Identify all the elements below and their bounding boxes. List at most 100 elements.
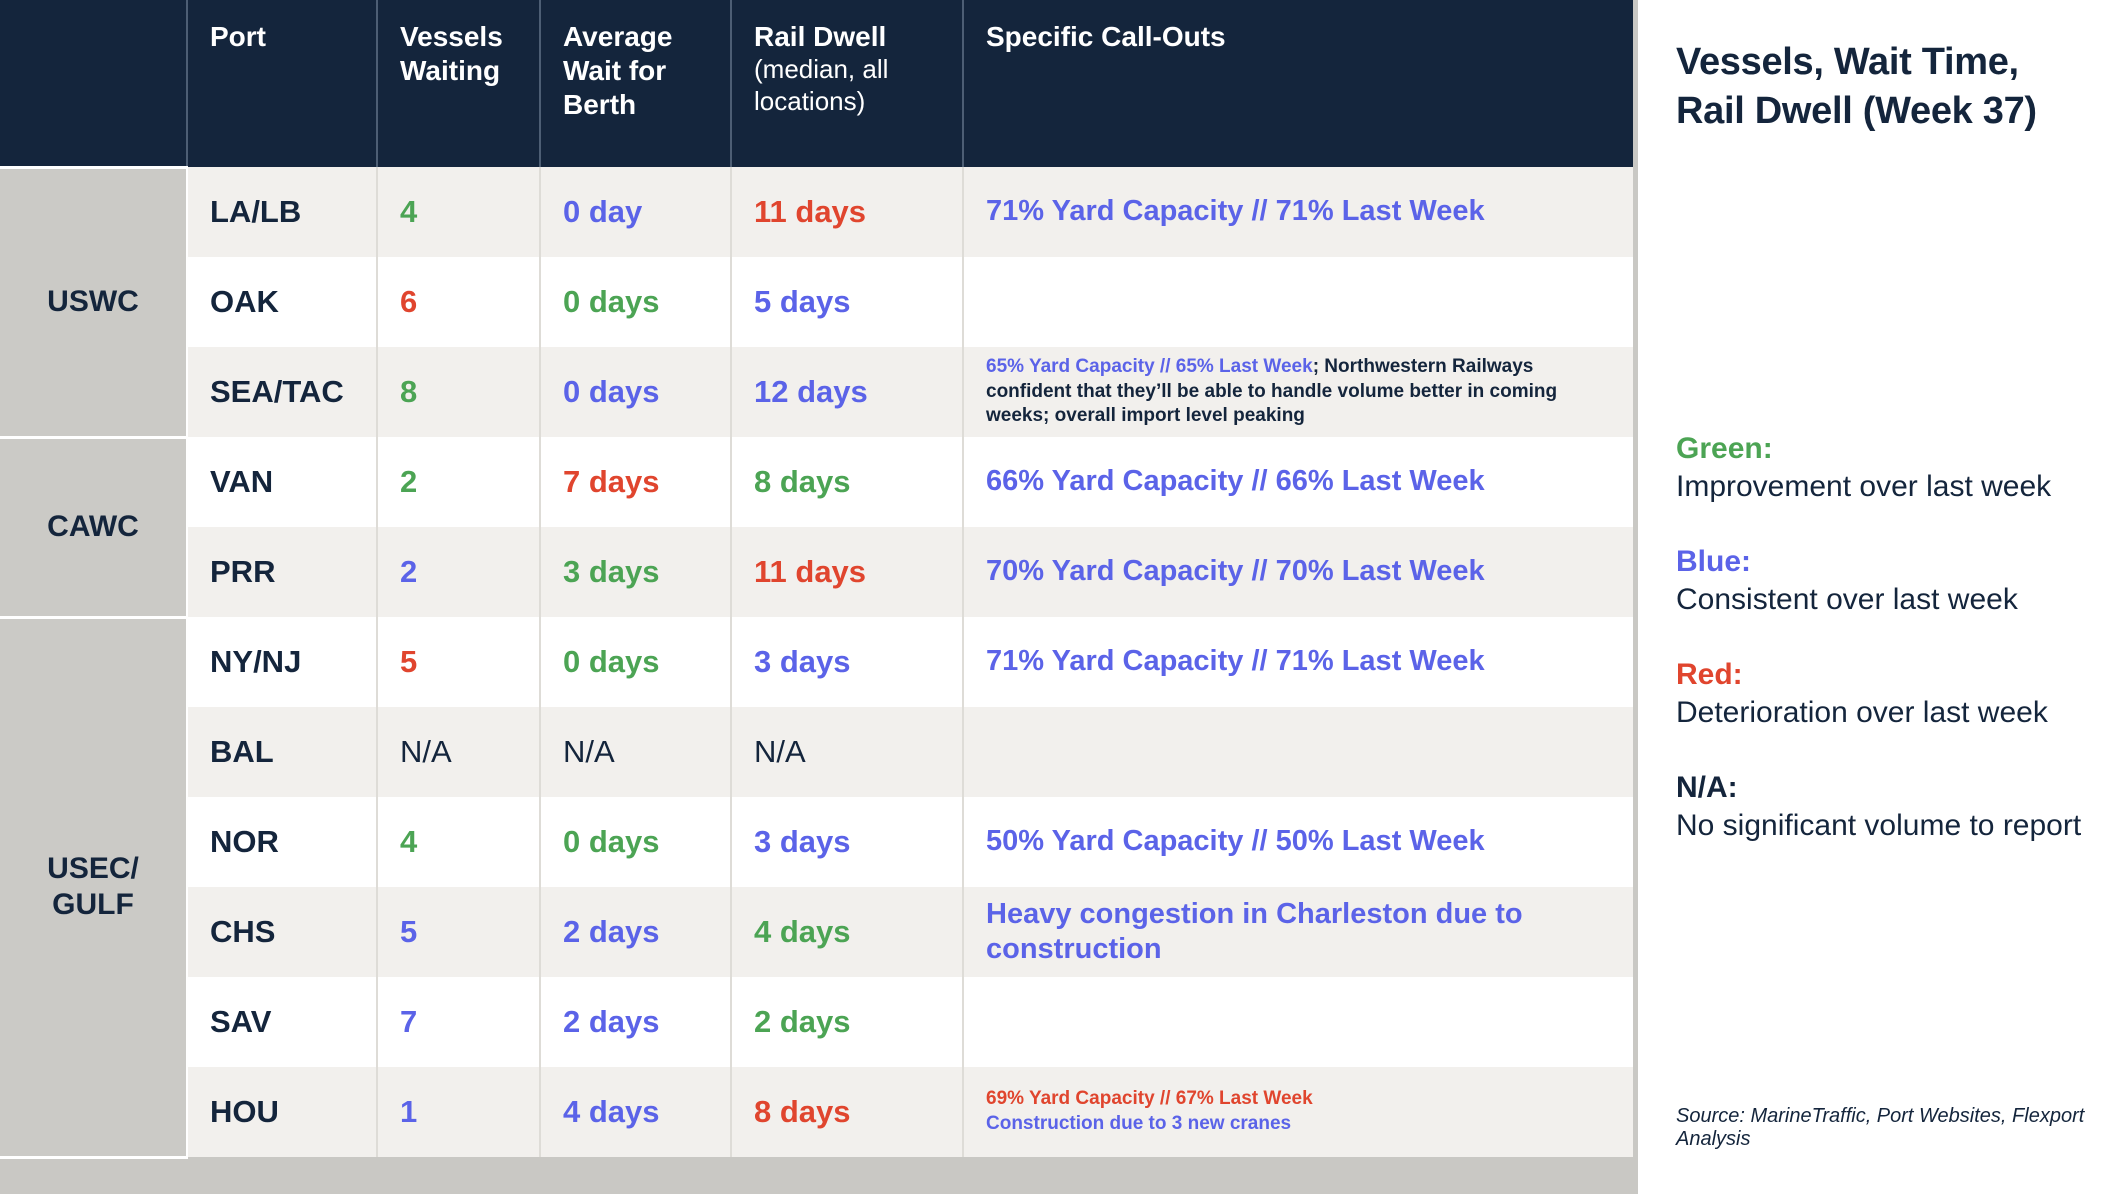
average-wait-cell: 4 days	[540, 1067, 732, 1157]
specific-callout-cell: 69% Yard Capacity // 67% Last Week Constr…	[963, 1067, 1633, 1157]
specific-callout-cell: 66% Yard Capacity // 66% Last Week	[963, 437, 1633, 527]
table-row: SAV 7 2 days 2 days	[0, 977, 1633, 1067]
rail-dwell-cell: 5 days	[731, 257, 964, 347]
source-note: Source: MarineTraffic, Port Websites, Fl…	[1676, 1105, 2085, 1150]
legend-panel: Vessels, Wait Time, Rail Dwell (Week 37)…	[1638, 0, 2122, 1194]
column-header-port: Port	[187, 0, 378, 167]
table-row: SEA/TAC 8 0 days 12 days 65% Yard Capacity /…	[0, 347, 1633, 437]
rail-dwell-cell: 3 days	[731, 797, 964, 887]
callout-text-segment: 50% Yard Capacity // 50% Last Week	[986, 825, 1485, 858]
average-wait-cell: 0 days	[540, 257, 732, 347]
column-header-specific-callouts: Specific Call-Outs	[963, 0, 1633, 167]
table-body: USWC LA/LB 4 0 day 11 days 71% Yard Capacity …	[0, 165, 1633, 1159]
rail-dwell-cell: 12 days	[731, 347, 964, 437]
column-header-region	[0, 0, 188, 167]
region-group-cell: USWC	[0, 165, 188, 439]
table-row: USEC/GULF NY/NJ 5 0 days 3 days 71% Yard Capa…	[0, 617, 1633, 1159]
panel-title: Vessels, Wait Time, Rail Dwell (Week 37)	[1676, 41, 2037, 132]
average-wait-cell: 2 days	[540, 977, 732, 1067]
slide-root: Port Vessels Waiting Average Wait for Be…	[0, 0, 2122, 1194]
rail-dwell-cell: 11 days	[731, 167, 964, 257]
legend-item-description: Deterioration over last week	[1676, 695, 2048, 729]
legend-item: Green: Improvement over last week	[1676, 430, 2096, 505]
legend-item-description: Consistent over last week	[1676, 582, 2018, 616]
port-name-cell: SEA/TAC	[187, 347, 378, 437]
table-row: HOU 1 4 days 8 days 69% Yard Capacity // 67%…	[0, 1067, 1633, 1157]
legend-item: Blue: Consistent over last week	[1676, 543, 2096, 618]
specific-callout-cell: 71% Yard Capacity // 71% Last Week	[963, 167, 1633, 257]
vessels-waiting-cell: 5	[377, 617, 541, 707]
table-header: Port Vessels Waiting Average Wait for Be…	[0, 0, 1633, 167]
specific-callout-cell: Heavy congestion in Charleston due to co…	[963, 887, 1633, 977]
table-row: CAWC VAN 2 7 days 8 days 66% Yard Capacity //…	[0, 437, 1633, 619]
port-metrics-table-container: Port Vessels Waiting Average Wait for Be…	[0, 0, 1633, 1194]
average-wait-cell: 0 days	[540, 617, 732, 707]
port-name-cell: VAN	[187, 437, 378, 527]
rail-dwell-cell: 8 days	[731, 1067, 964, 1157]
port-name-cell: PRR	[187, 527, 378, 617]
region-group-cell: USEC/GULF	[0, 617, 188, 1159]
callout-text-segment: 70% Yard Capacity // 70% Last Week	[986, 555, 1485, 588]
table-header-row: Port Vessels Waiting Average Wait for Be…	[0, 0, 1633, 167]
legend-item-key: N/A:	[1676, 771, 1738, 804]
average-wait-cell: 0 day	[540, 167, 732, 257]
region-group-cell: CAWC	[0, 437, 188, 619]
port-name-cell: SAV	[187, 977, 378, 1067]
specific-callout-cell: 65% Yard Capacity // 65% Last Week; Nort…	[963, 347, 1633, 437]
legend-item: N/A: No significant volume to report	[1676, 769, 2096, 844]
table-row: OAK 6 0 days 5 days	[0, 257, 1633, 347]
rail-dwell-main-label: Rail Dwell	[754, 21, 887, 52]
column-header-vessels-waiting: Vessels Waiting	[377, 0, 541, 167]
legend-item-description: No significant volume to report	[1676, 808, 2082, 842]
specific-callout-cell: 70% Yard Capacity // 70% Last Week	[963, 527, 1633, 617]
legend-item: Red: Deterioration over last week	[1676, 656, 2096, 731]
port-name-cell: OAK	[187, 257, 378, 347]
vessels-waiting-cell: 6	[377, 257, 541, 347]
vessels-waiting-cell: 1	[377, 1067, 541, 1157]
specific-callout-cell: 71% Yard Capacity // 71% Last Week	[963, 617, 1633, 707]
vessels-waiting-cell: N/A	[377, 707, 541, 797]
specific-callout-cell: 50% Yard Capacity // 50% Last Week	[963, 797, 1633, 887]
vessels-waiting-cell: 7	[377, 977, 541, 1067]
legend-item-key: Green:	[1676, 432, 1773, 465]
legend-item-description: Improvement over last week	[1676, 469, 2052, 503]
vessels-waiting-cell: 2	[377, 437, 541, 527]
table-row: USWC LA/LB 4 0 day 11 days 71% Yard Capacity …	[0, 165, 1633, 439]
specific-callout-cell	[963, 257, 1633, 347]
rail-dwell-cell: N/A	[731, 707, 964, 797]
port-name-cell: LA/LB	[187, 167, 378, 257]
specific-callout-cell	[963, 977, 1633, 1067]
average-wait-cell: 3 days	[540, 527, 732, 617]
vessels-waiting-cell: 8	[377, 347, 541, 437]
rail-dwell-cell: 11 days	[731, 527, 964, 617]
port-name-cell: HOU	[187, 1067, 378, 1157]
rail-dwell-sub-label: (median, all locations)	[754, 54, 889, 116]
callout-text-segment: Heavy congestion in Charleston due to co…	[986, 897, 1523, 965]
rail-dwell-cell: 8 days	[731, 437, 964, 527]
port-name-cell: BAL	[187, 707, 378, 797]
port-name-cell: NY/NJ	[187, 617, 378, 707]
vessels-waiting-cell: 4	[377, 167, 541, 257]
callout-text-segment: Construction due to 3 new cranes	[986, 1113, 1292, 1134]
column-header-average-wait: Average Wait for Berth	[540, 0, 732, 167]
table-row: PRR 2 3 days 11 days 70% Yard Capacity // 70…	[0, 527, 1633, 617]
legend-item-key: Blue:	[1676, 545, 1751, 578]
table-row: NOR 4 0 days 3 days 50% Yard Capacity // 50%…	[0, 797, 1633, 887]
vessels-waiting-cell: 4	[377, 797, 541, 887]
average-wait-cell: 2 days	[540, 887, 732, 977]
average-wait-cell: N/A	[540, 707, 732, 797]
average-wait-cell: 7 days	[540, 437, 732, 527]
average-wait-cell: 0 days	[540, 347, 732, 437]
specific-callout-cell	[963, 707, 1633, 797]
average-wait-cell: 0 days	[540, 797, 732, 887]
callout-text-segment: 71% Yard Capacity // 71% Last Week	[986, 645, 1485, 678]
table-row: CHS 5 2 days 4 days Heavy congestion in Char…	[0, 887, 1633, 977]
color-legend: Green: Improvement over last week Blue: Con…	[1676, 430, 2096, 844]
port-name-cell: CHS	[187, 887, 378, 977]
column-header-rail-dwell: Rail Dwell (median, all locations)	[731, 0, 964, 167]
rail-dwell-cell: 2 days	[731, 977, 964, 1067]
port-name-cell: NOR	[187, 797, 378, 887]
rail-dwell-cell: 4 days	[731, 887, 964, 977]
vessels-waiting-cell: 5	[377, 887, 541, 977]
port-metrics-table: Port Vessels Waiting Average Wait for Be…	[0, 0, 1633, 1159]
